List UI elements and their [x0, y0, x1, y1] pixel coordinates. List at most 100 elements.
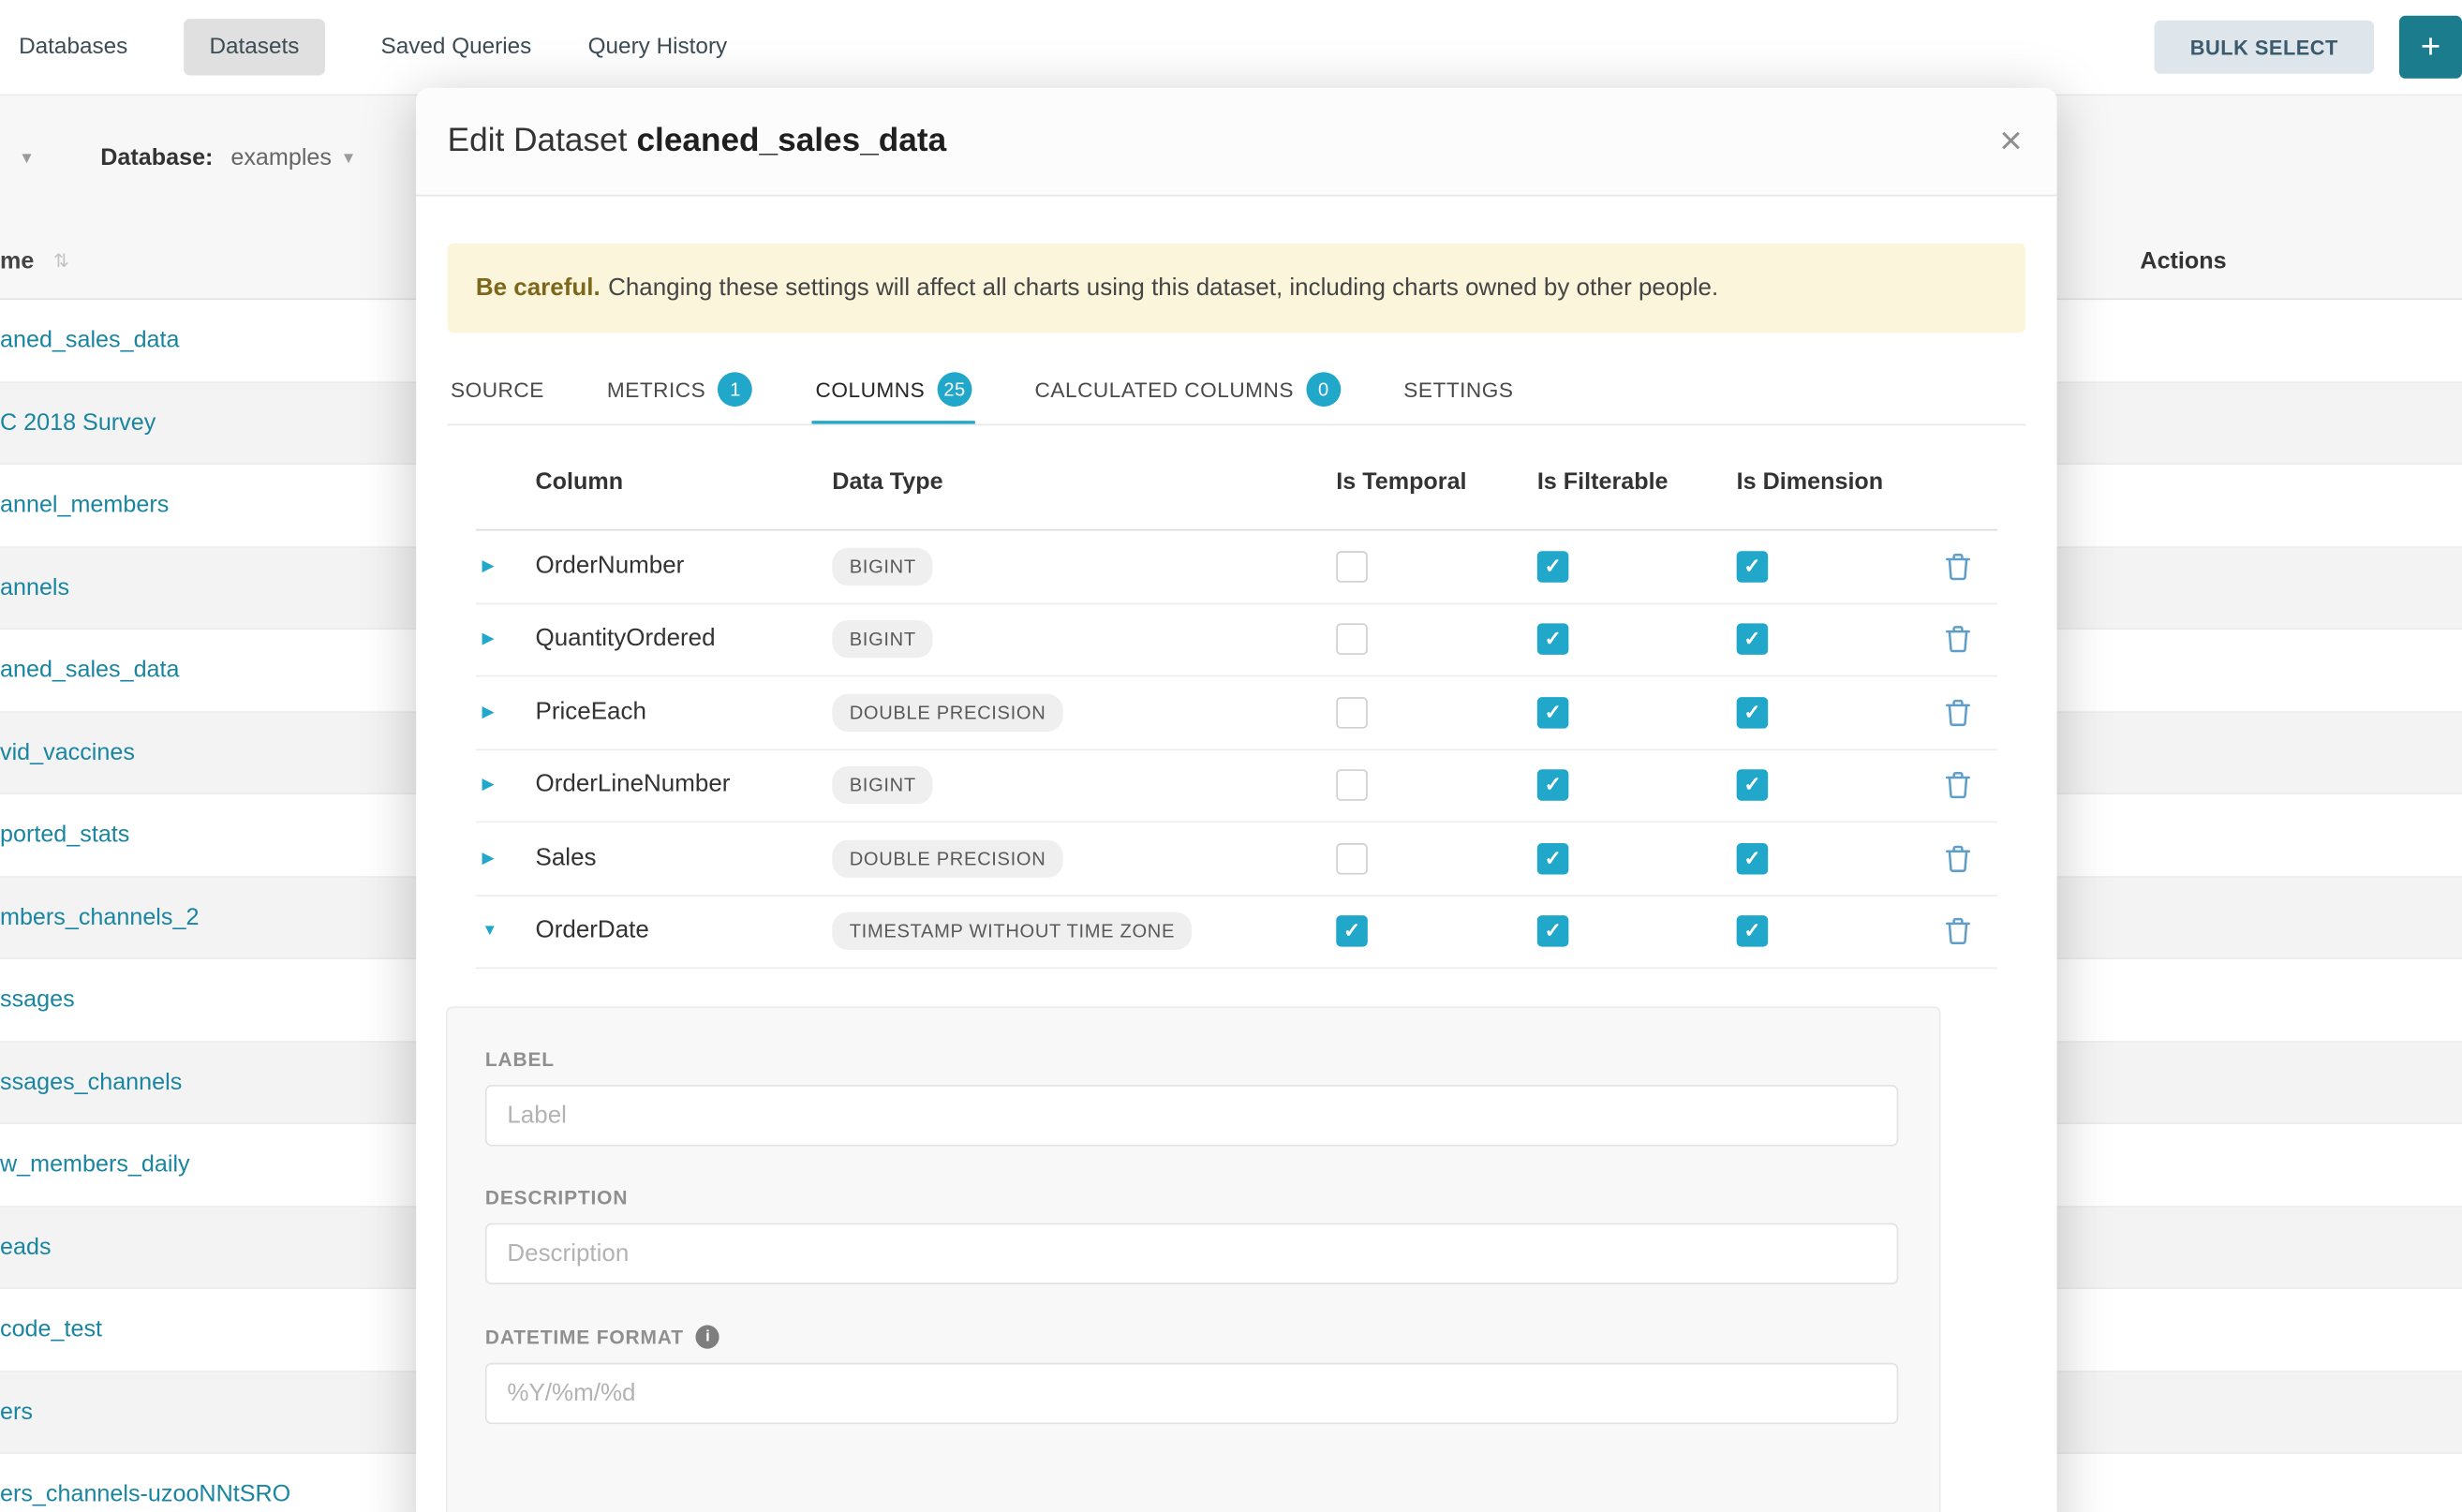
column-row: ▶ PriceEach DOUBLE PRECISION: [476, 676, 1997, 749]
tab-count-badge: 25: [938, 372, 972, 407]
expand-caret-icon[interactable]: ▶: [482, 777, 495, 793]
column-name: Sales: [536, 844, 597, 872]
delete-icon[interactable]: [1946, 844, 1971, 872]
dataset-link[interactable]: aned_sales_data: [0, 327, 180, 353]
is-dimension-checkbox[interactable]: [1737, 697, 1769, 729]
tab-count-badge: 1: [719, 372, 753, 407]
is-filterable-checkbox[interactable]: [1537, 770, 1569, 802]
is-temporal-checkbox[interactable]: [1336, 843, 1368, 875]
tab[interactable]: SETTINGS: [1401, 358, 1517, 423]
data-type-pill: DOUBLE PRECISION: [832, 693, 1063, 731]
column-detail-panel: LABEL DESCRIPTION DATETIME FORMAT i: [446, 1006, 1941, 1512]
nav-item[interactable]: Databases: [19, 35, 127, 60]
dataset-link[interactable]: ported_stats: [0, 822, 129, 848]
nav-item[interactable]: Query History: [588, 35, 728, 60]
is-temporal-checkbox[interactable]: [1336, 624, 1368, 656]
info-icon[interactable]: i: [696, 1326, 719, 1349]
delete-icon[interactable]: [1946, 553, 1971, 581]
nav-actions: BULK SELECT +: [2154, 0, 2462, 95]
database-filter-value[interactable]: examples: [230, 144, 332, 170]
warning-banner: Be careful. Changing these settings will…: [448, 244, 2025, 334]
dataset-link[interactable]: annel_members: [0, 492, 169, 518]
label-input[interactable]: [485, 1085, 1898, 1146]
dataset-link[interactable]: C 2018 Survey: [0, 409, 156, 436]
column-header-data-type: Data Type: [832, 468, 942, 495]
tab-bar: SOURCE METRICS 1 COLUMNS 25 CALCUL: [448, 358, 2025, 425]
is-temporal-checkbox[interactable]: [1336, 916, 1368, 948]
is-temporal-checkbox[interactable]: [1336, 770, 1368, 802]
dataset-link[interactable]: ssages_channels: [0, 1069, 182, 1095]
column-data-type: DOUBLE PRECISION: [832, 839, 1063, 877]
chevron-down-icon[interactable]: ▾: [344, 146, 353, 168]
column-row: ▶ Sales DOUBLE PRECISION: [476, 823, 1997, 896]
is-temporal-checkbox[interactable]: [1336, 697, 1368, 729]
delete-icon[interactable]: [1946, 625, 1971, 653]
expand-caret-icon[interactable]: ▶: [482, 850, 495, 867]
delete-icon[interactable]: [1946, 698, 1971, 726]
tab[interactable]: SOURCE: [448, 358, 548, 423]
delete-icon[interactable]: [1946, 917, 1971, 945]
close-icon[interactable]: ×: [1999, 122, 2022, 161]
nav-tabs: Databases Datasets Saved Queries Query H…: [19, 0, 783, 95]
modal-title-prefix: Edit Dataset: [448, 123, 628, 159]
expand-caret-icon[interactable]: ▶: [482, 630, 495, 647]
tab[interactable]: CALCULATED COLUMNS 0: [1031, 358, 1343, 423]
tab-label: COLUMNS: [816, 378, 926, 401]
expand-caret-icon[interactable]: ▶: [482, 557, 495, 574]
is-filterable-checkbox[interactable]: [1537, 697, 1569, 729]
column-header-is-dimension: Is Dimension: [1737, 468, 1883, 495]
dataset-link[interactable]: code_test: [0, 1316, 102, 1342]
datasets-page: Databases Datasets Saved Queries Query H…: [0, 0, 2462, 1512]
dataset-link[interactable]: mbers_channels_2: [0, 904, 199, 930]
is-filterable-checkbox[interactable]: [1537, 551, 1569, 583]
datetime-format-input[interactable]: [485, 1363, 1898, 1424]
column-row: ▼ OrderDate TIMESTAMP WITHOUT TIME ZONE: [476, 896, 1997, 969]
plus-icon: +: [2421, 26, 2441, 67]
dataset-link[interactable]: annels: [0, 574, 69, 600]
data-type-pill: DOUBLE PRECISION: [832, 839, 1063, 877]
expand-caret-icon[interactable]: ▼: [482, 923, 498, 940]
tab[interactable]: COLUMNS 25: [812, 358, 975, 423]
dataset-link[interactable]: aned_sales_data: [0, 657, 180, 683]
dataset-link[interactable]: ers: [0, 1399, 33, 1425]
is-dimension-checkbox[interactable]: [1737, 624, 1769, 656]
is-filterable-checkbox[interactable]: [1537, 624, 1569, 656]
nav-item-label: Query History: [588, 35, 728, 60]
nav-item[interactable]: Saved Queries: [381, 35, 532, 60]
is-temporal-checkbox[interactable]: [1336, 551, 1368, 583]
column-data-type: BIGINT: [832, 766, 933, 804]
top-nav: Databases Datasets Saved Queries Query H…: [0, 0, 2462, 96]
is-dimension-checkbox[interactable]: [1737, 770, 1769, 802]
tab[interactable]: METRICS 1: [604, 358, 756, 423]
description-input[interactable]: [485, 1223, 1898, 1284]
modal-title-dataset-name: cleaned_sales_data: [636, 123, 946, 159]
nav-item[interactable]: Datasets: [185, 19, 325, 75]
dataset-link[interactable]: ssages: [0, 986, 75, 1013]
description-field-label: DESCRIPTION: [485, 1187, 1939, 1208]
edit-dataset-modal: Edit Datasetcleaned_sales_data × Be care…: [416, 88, 2056, 1512]
bulk-select-button[interactable]: BULK SELECT: [2154, 21, 2374, 74]
is-filterable-checkbox[interactable]: [1537, 916, 1569, 948]
tab-label: SETTINGS: [1403, 378, 1513, 401]
is-dimension-checkbox[interactable]: [1737, 551, 1769, 583]
datetime-format-field-label: DATETIME FORMAT i: [485, 1326, 1939, 1349]
is-dimension-checkbox[interactable]: [1737, 843, 1769, 875]
tab-label: CALCULATED COLUMNS: [1035, 378, 1294, 401]
expand-caret-icon[interactable]: ▶: [482, 704, 495, 720]
chevron-down-icon[interactable]: ▾: [22, 146, 31, 168]
dataset-link[interactable]: vid_vaccines: [0, 739, 135, 765]
column-name: OrderNumber: [536, 553, 685, 581]
dataset-link[interactable]: ers_channels-uzooNNtSRO: [0, 1481, 290, 1507]
add-button[interactable]: +: [2399, 16, 2462, 79]
sort-icon[interactable]: ⇅: [53, 249, 69, 271]
column-row: ▶ OrderNumber BIGINT: [476, 530, 1997, 603]
delete-icon[interactable]: [1946, 771, 1971, 799]
warning-banner-text: Changing these settings will affect all …: [608, 274, 1718, 302]
column-data-type: BIGINT: [832, 620, 933, 658]
modal-body: Be careful. Changing these settings will…: [416, 197, 2056, 1512]
dataset-link[interactable]: w_members_daily: [0, 1151, 190, 1178]
dataset-link[interactable]: eads: [0, 1234, 52, 1260]
is-dimension-checkbox[interactable]: [1737, 916, 1769, 948]
is-filterable-checkbox[interactable]: [1537, 843, 1569, 875]
warning-banner-bold: Be careful.: [476, 274, 601, 302]
